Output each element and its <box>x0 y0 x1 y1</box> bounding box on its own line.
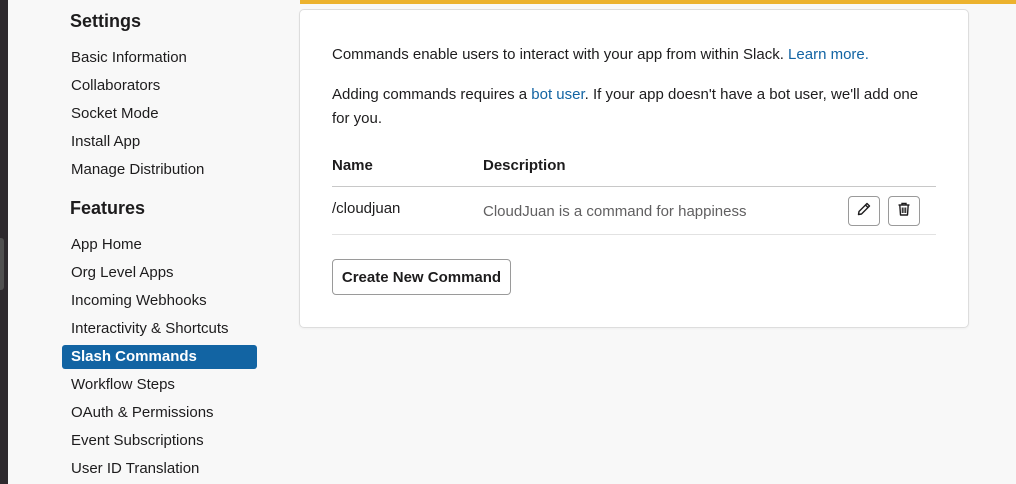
sidebar-item-interactivity-shortcuts[interactable]: Interactivity & Shortcuts <box>62 317 257 341</box>
edit-command-button[interactable] <box>848 196 880 226</box>
table-header-divider <box>332 186 936 187</box>
bot-user-paragraph: Adding commands requires a bot user. If … <box>332 83 922 131</box>
sidebar-item-org-level-apps[interactable]: Org Level Apps <box>62 261 257 285</box>
command-description: CloudJuan is a command for happiness <box>483 203 747 220</box>
sidebar-item-collaborators[interactable]: Collaborators <box>62 74 257 98</box>
sidebar-item-socket-mode[interactable]: Socket Mode <box>62 102 257 126</box>
create-new-command-button[interactable]: Create New Command <box>332 259 511 295</box>
settings-heading: Settings <box>70 11 142 31</box>
column-header-description: Description <box>483 157 566 174</box>
bot-user-link[interactable]: bot user <box>531 86 584 103</box>
sidebar-item-workflow-steps[interactable]: Workflow Steps <box>62 373 257 397</box>
features-heading: Features <box>70 198 146 218</box>
sidebar-item-install-app[interactable]: Install App <box>62 130 257 154</box>
learn-more-link[interactable]: Learn more. <box>788 46 869 63</box>
sidebar-item-slash-commands[interactable]: Slash Commands <box>62 345 257 369</box>
sidebar-item-user-id-translation[interactable]: User ID Translation <box>62 457 257 481</box>
intro-paragraph: Commands enable users to interact with y… <box>332 43 932 67</box>
pencil-icon <box>856 201 872 222</box>
sidebar-item-basic-information[interactable]: Basic Information <box>62 46 257 70</box>
delete-command-button[interactable] <box>888 196 920 226</box>
edge-handle <box>0 238 4 290</box>
sidebar-item-incoming-webhooks[interactable]: Incoming Webhooks <box>62 289 257 313</box>
sidebar-item-manage-distribution[interactable]: Manage Distribution <box>62 158 257 182</box>
trash-icon <box>896 201 912 222</box>
sidebar-item-app-home[interactable]: App Home <box>62 233 257 257</box>
command-name: /cloudjuan <box>332 200 401 217</box>
table-row-divider <box>332 234 936 235</box>
slash-commands-card: Commands enable users to interact with y… <box>299 9 969 328</box>
intro-text: Commands enable users to interact with y… <box>332 46 784 63</box>
sidebar-item-event-subscriptions[interactable]: Event Subscriptions <box>62 429 257 453</box>
bot-text-before: Adding commands requires a <box>332 86 528 103</box>
top-accent-bar <box>300 0 1016 4</box>
column-header-name: Name <box>332 157 373 174</box>
sidebar-item-oauth-permissions[interactable]: OAuth & Permissions <box>62 401 257 425</box>
